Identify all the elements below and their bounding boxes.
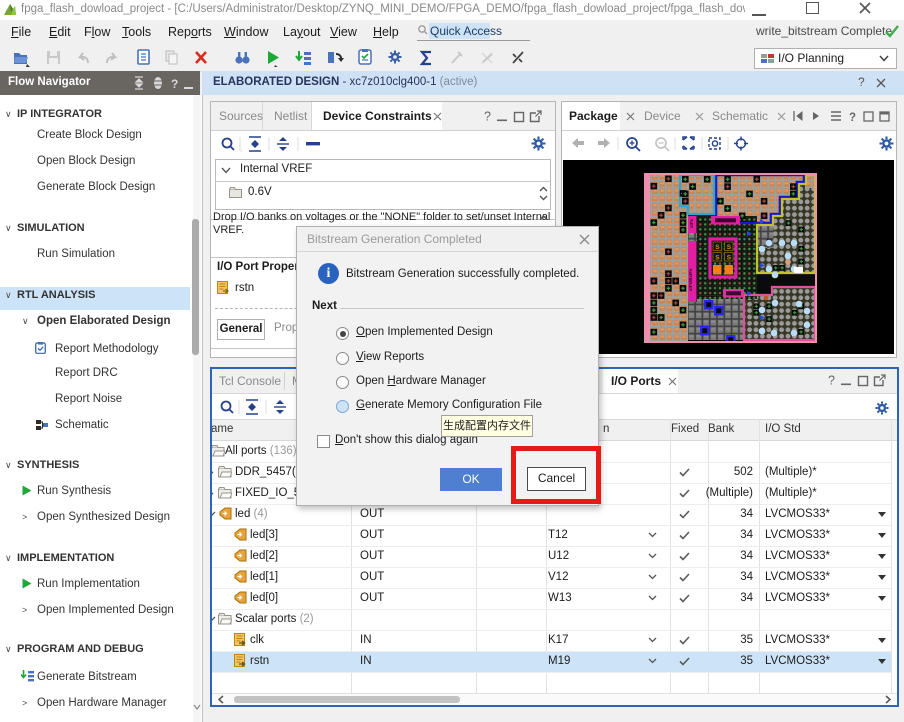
svg-text:xIFx: xIFx <box>689 218 694 228</box>
svg-text:S: S <box>715 254 720 261</box>
svg-text:S: S <box>727 244 732 251</box>
svg-text:?: ? <box>849 112 856 123</box>
svg-text:?: ? <box>828 374 835 388</box>
svg-text:?: ? <box>484 110 491 124</box>
svg-text:xIFxIBxIFx: xIFxIBxIFx <box>688 268 693 291</box>
svg-text:S: S <box>727 254 732 261</box>
svg-text:?: ? <box>171 77 178 90</box>
svg-text:S: S <box>715 244 720 251</box>
